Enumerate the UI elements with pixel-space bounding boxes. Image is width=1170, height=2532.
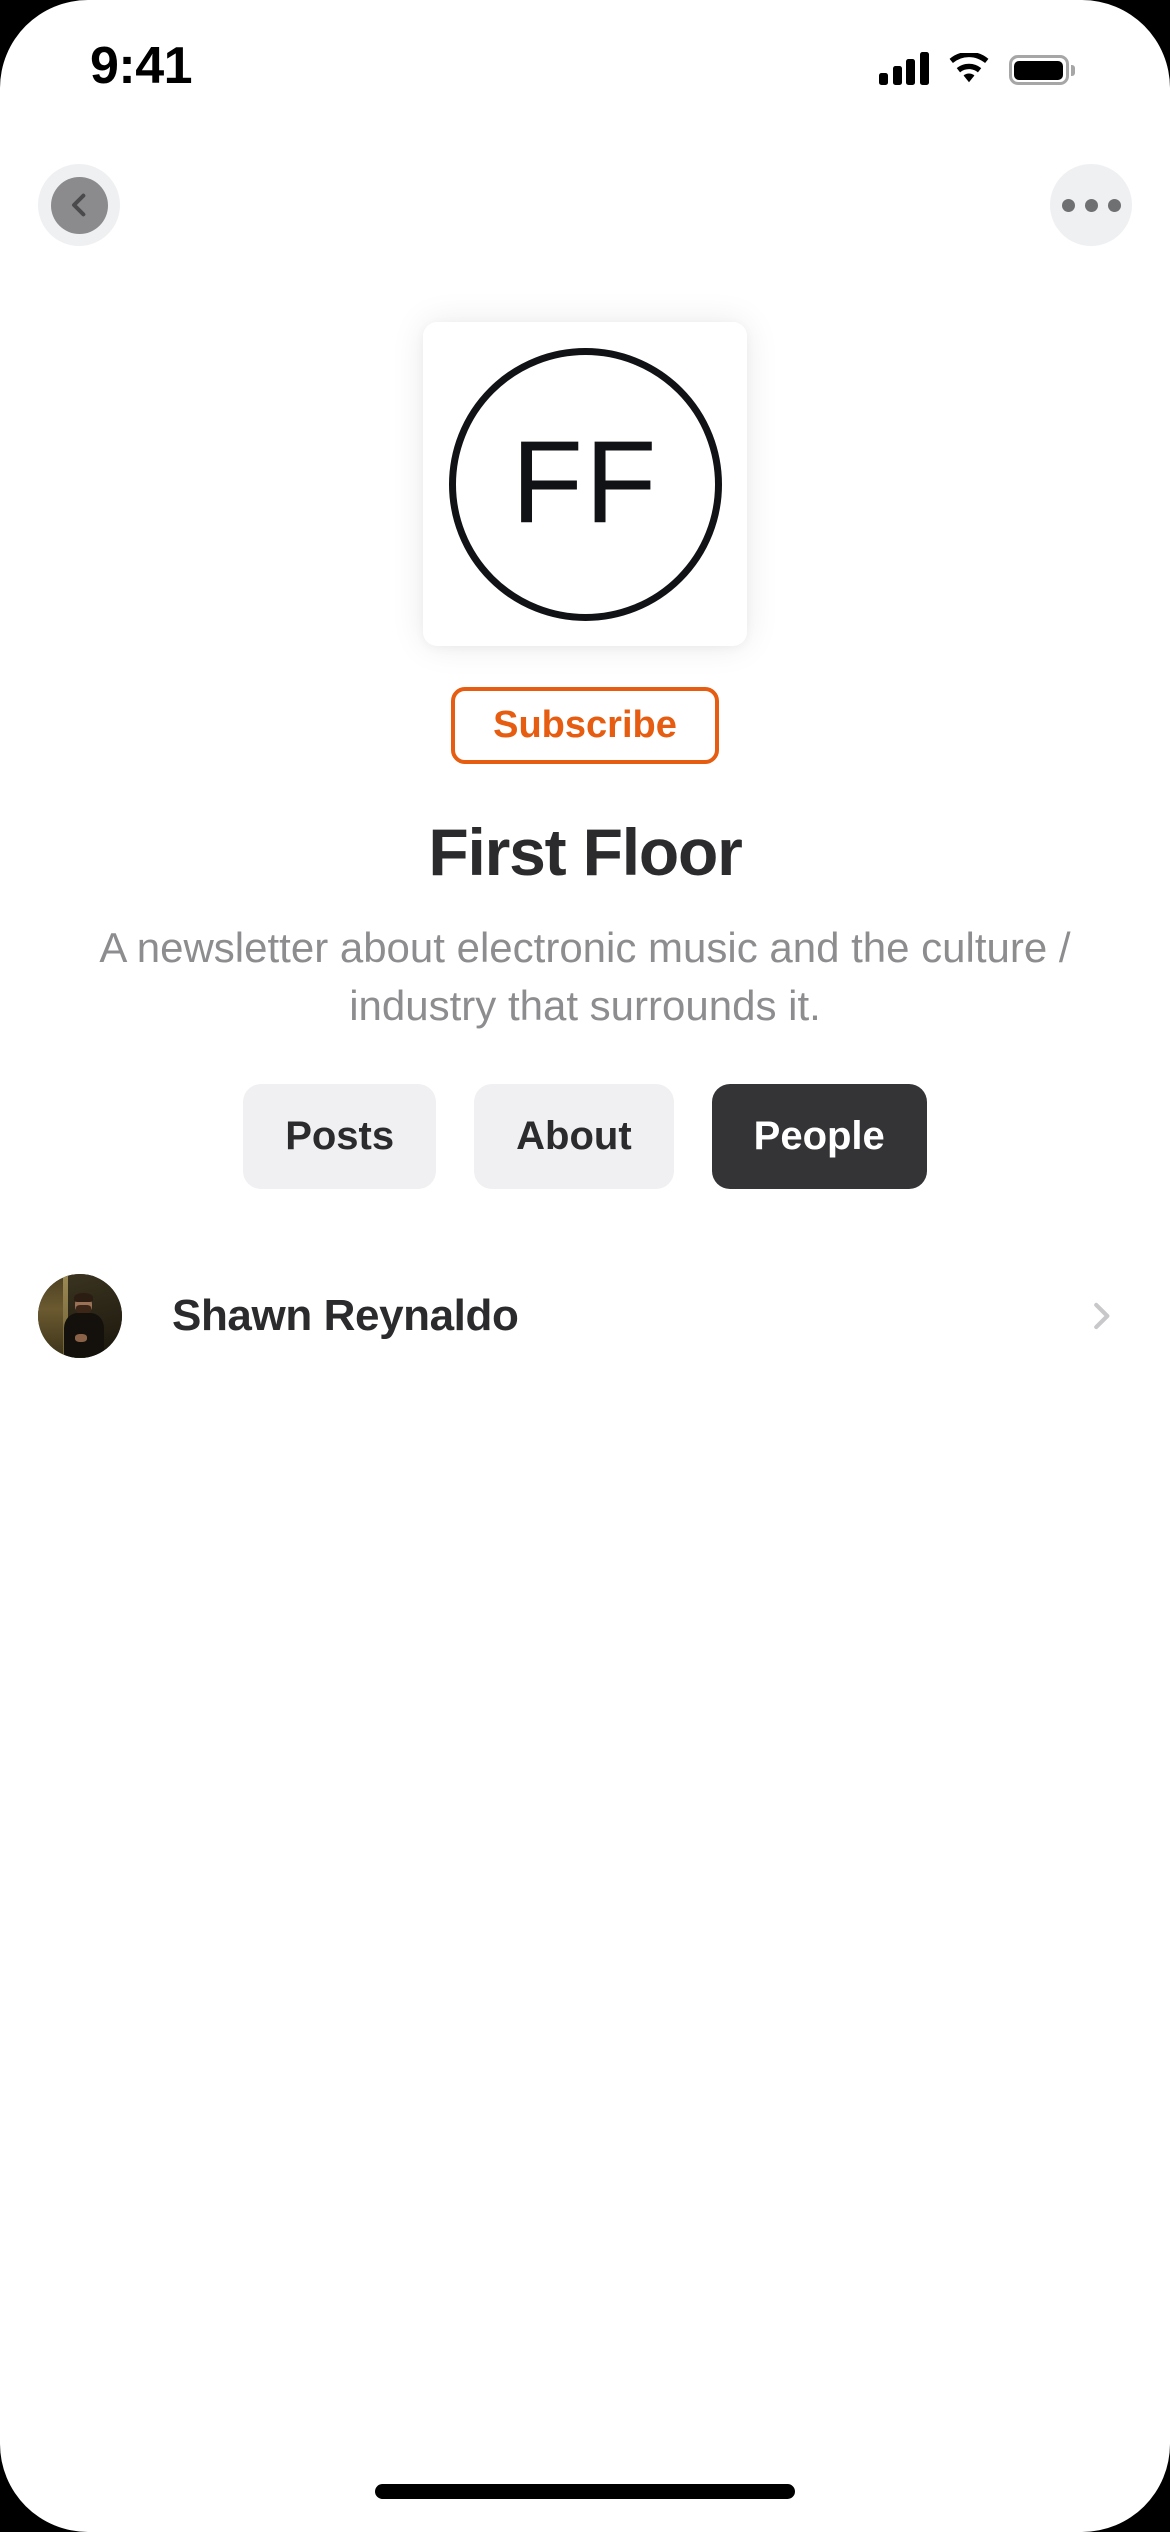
more-options-button[interactable] xyxy=(1050,164,1132,246)
person-name: Shawn Reynaldo xyxy=(172,1290,519,1340)
avatar xyxy=(38,1273,122,1358)
battery-full-icon xyxy=(1008,55,1075,85)
wifi-icon xyxy=(949,53,988,83)
back-button[interactable] xyxy=(38,164,120,246)
page-title: First Floor xyxy=(428,815,742,889)
home-indicator xyxy=(375,2484,795,2499)
publication-logo-card: FF xyxy=(423,322,747,646)
status-bar-icons xyxy=(879,35,1075,85)
tab-people[interactable]: People xyxy=(711,1083,927,1189)
logo-circle: FF xyxy=(448,347,722,621)
status-bar: 9:41 xyxy=(0,0,1170,120)
people-list: Shawn Reynaldo xyxy=(0,1251,1170,1381)
tab-about[interactable]: About xyxy=(474,1083,674,1189)
phone-screen: 9:41 FF Subscribe First Floor A newslett… xyxy=(0,0,1170,2532)
chevron-left-icon xyxy=(50,176,108,234)
cellular-signal-icon xyxy=(879,51,929,85)
list-item[interactable]: Shawn Reynaldo xyxy=(38,1251,1132,1381)
navigation-bar xyxy=(0,155,1170,255)
tab-posts[interactable]: Posts xyxy=(243,1083,437,1189)
chevron-right-icon xyxy=(1094,1302,1110,1329)
publication-description: A newsletter about electronic music and … xyxy=(99,923,1071,1029)
tab-bar: Posts About People xyxy=(243,1083,927,1189)
status-bar-time: 9:41 xyxy=(90,37,193,95)
publication-profile: FF Subscribe First Floor A newsletter ab… xyxy=(0,255,1170,1381)
logo-initials: FF xyxy=(511,415,659,547)
ellipsis-icon xyxy=(1061,198,1121,212)
subscribe-button[interactable]: Subscribe xyxy=(451,687,719,764)
